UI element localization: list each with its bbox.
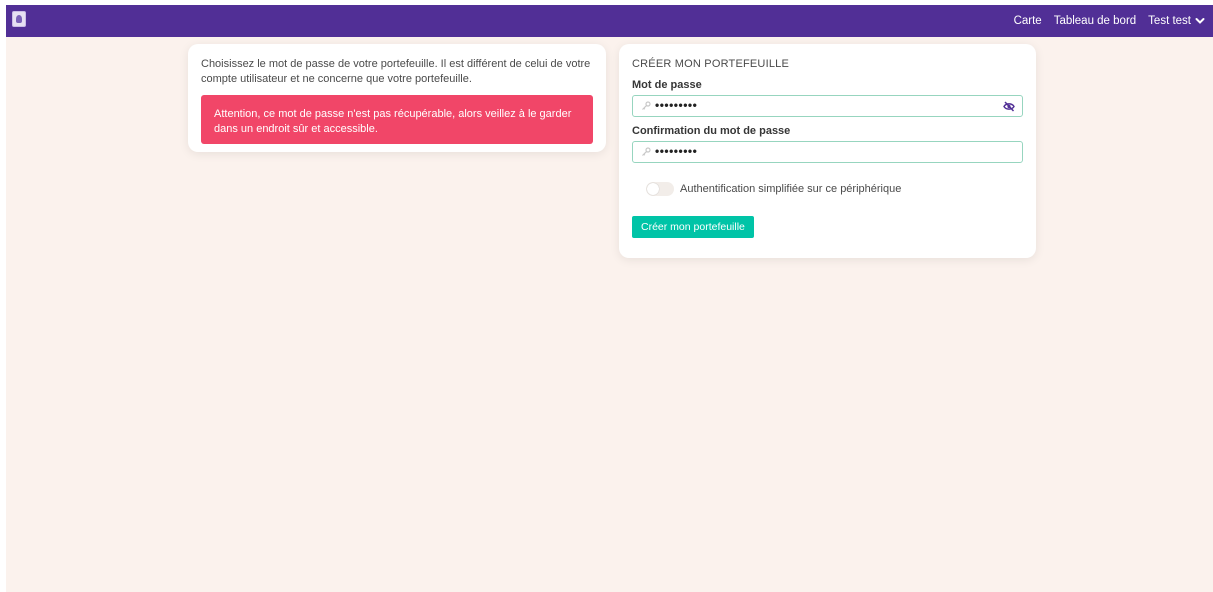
confirm-password-field[interactable]: •••••••••: [632, 141, 1023, 163]
eye-off-icon[interactable]: [1003, 101, 1015, 112]
chevron-down-icon: [1195, 18, 1205, 24]
intro-text: Choisissez le mot de passe de votre port…: [201, 58, 591, 85]
simplified-auth-label: Authentification simplifiée sur ce périp…: [680, 183, 902, 195]
password-label: Mot de passe: [632, 79, 702, 91]
create-wallet-button[interactable]: Créer mon portefeuille: [632, 216, 754, 238]
simplified-auth-toggle[interactable]: [646, 182, 674, 196]
password-field[interactable]: •••••••••: [632, 95, 1023, 117]
info-card: Choisissez le mot de passe de votre port…: [188, 44, 606, 152]
nav-links: Carte Tableau de bord Test test: [1014, 5, 1205, 37]
app-frame: Carte Tableau de bord Test test Choisiss…: [6, 5, 1213, 592]
nav-link-tableau-de-bord[interactable]: Tableau de bord: [1054, 15, 1136, 27]
confirm-password-value: •••••••••: [655, 144, 698, 158]
user-name: Test test: [1148, 15, 1191, 27]
create-wallet-card: CRÉER MON PORTEFEUILLE Mot de passe ••••…: [619, 44, 1036, 258]
top-navbar: Carte Tableau de bord Test test: [6, 5, 1213, 37]
key-icon: [642, 147, 651, 156]
app-logo-icon[interactable]: [12, 11, 26, 27]
nav-link-carte[interactable]: Carte: [1014, 15, 1042, 27]
form-title: CRÉER MON PORTEFEUILLE: [632, 58, 790, 70]
simplified-auth-row: Authentification simplifiée sur ce périp…: [646, 182, 1023, 196]
confirm-password-label: Confirmation du mot de passe: [632, 125, 791, 137]
warning-alert: Attention, ce mot de passe n'est pas réc…: [201, 95, 593, 144]
password-value: •••••••••: [655, 98, 698, 112]
user-menu[interactable]: Test test: [1148, 15, 1205, 27]
key-icon: [642, 101, 651, 110]
